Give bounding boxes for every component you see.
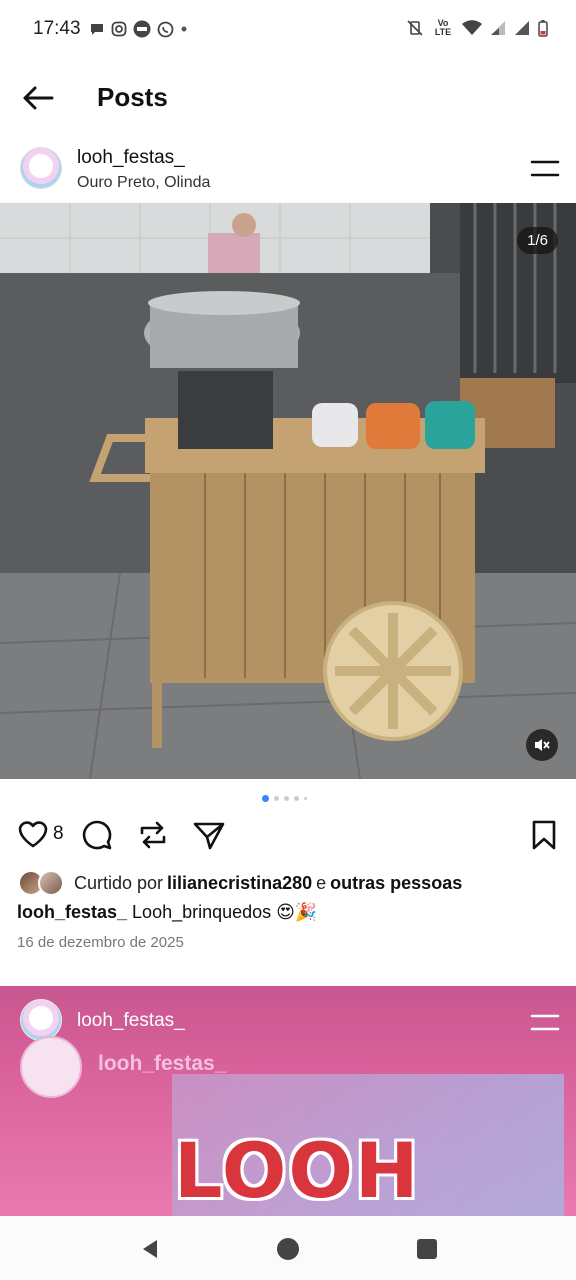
brand-logo-text: LOOH bbox=[174, 1126, 421, 1215]
avatar[interactable] bbox=[20, 999, 62, 1041]
signal-2-icon bbox=[515, 21, 529, 35]
square-recents-icon bbox=[417, 1239, 437, 1259]
whatsapp-icon bbox=[157, 21, 174, 37]
next-post[interactable]: looh_festas_ looh_festas_ LOOH bbox=[0, 986, 576, 1216]
heart-icon bbox=[18, 821, 48, 848]
top-app-bar: Posts bbox=[0, 70, 576, 126]
wifi-icon bbox=[462, 20, 482, 35]
repost-button[interactable] bbox=[136, 819, 170, 851]
inner-logo-avatar bbox=[20, 1036, 82, 1098]
carousel-dot bbox=[294, 796, 299, 801]
instagram-icon bbox=[111, 21, 127, 37]
carousel-dot bbox=[274, 796, 279, 801]
avatar[interactable] bbox=[20, 147, 62, 189]
lte-label: Vo LTE bbox=[434, 18, 452, 37]
chat-bubble-icon bbox=[91, 24, 103, 35]
page-title: Posts bbox=[97, 82, 168, 112]
send-icon bbox=[193, 822, 225, 850]
liked-by-connector: e bbox=[316, 872, 327, 893]
nav-back-button[interactable] bbox=[137, 1236, 163, 1262]
liked-by-user[interactable]: lilianecristina280 bbox=[167, 873, 312, 894]
nav-home-button[interactable] bbox=[275, 1236, 301, 1262]
image-counter: 1/6 bbox=[517, 227, 558, 254]
avatar bbox=[38, 870, 64, 896]
inner-username: looh_festas_ bbox=[98, 1052, 227, 1075]
post-caption: looh_festas_ Looh_brinquedos 😍🎉 bbox=[17, 902, 317, 923]
liked-by-prefix: Curtido por bbox=[74, 872, 164, 893]
mute-button[interactable] bbox=[526, 729, 558, 761]
status-time: 17:43 bbox=[33, 18, 81, 39]
carousel-dot bbox=[304, 797, 307, 800]
comment-button[interactable] bbox=[80, 819, 114, 851]
battery-icon bbox=[538, 19, 548, 37]
post-header: looh_festas_ Ouro Preto, Olinda bbox=[0, 140, 576, 200]
signal-icon bbox=[491, 21, 505, 35]
circle-home-icon bbox=[277, 1238, 299, 1260]
post-menu-button[interactable] bbox=[530, 158, 560, 180]
hamburger-icon bbox=[530, 160, 560, 177]
bookmark-icon bbox=[532, 820, 556, 850]
liked-by-others[interactable]: outras pessoas bbox=[330, 873, 462, 894]
news-app-icon bbox=[133, 20, 151, 38]
avatar-logo bbox=[29, 160, 55, 176]
liked-by[interactable]: Curtido por lilianecristina280 e outras … bbox=[18, 868, 466, 898]
nav-recents-button[interactable] bbox=[414, 1236, 440, 1262]
post-date: 16 de dezembro de 2025 bbox=[17, 934, 184, 951]
post-image[interactable]: 1/6 bbox=[0, 203, 576, 779]
system-nav-bar bbox=[0, 1216, 576, 1280]
back-button[interactable] bbox=[18, 80, 58, 116]
repost-icon bbox=[140, 821, 166, 849]
caption-text: Looh_brinquedos 😍🎉 bbox=[132, 902, 318, 922]
comment-icon bbox=[82, 820, 112, 850]
arrow-left-icon bbox=[23, 86, 54, 110]
vibrate-off-icon bbox=[407, 20, 423, 36]
speaker-muted-icon bbox=[535, 739, 550, 751]
status-bar: 17:43 Vo LTE bbox=[0, 0, 576, 60]
carousel-dot bbox=[284, 796, 289, 801]
post-username[interactable]: looh_festas_ bbox=[77, 147, 185, 169]
caption-username[interactable]: looh_festas_ bbox=[17, 902, 127, 922]
carousel-dot-active bbox=[262, 795, 269, 802]
save-button[interactable] bbox=[530, 819, 558, 851]
status-notification-icons bbox=[89, 20, 188, 38]
like-button[interactable]: 8 bbox=[17, 819, 64, 849]
post-actions: 8 bbox=[0, 815, 576, 859]
post-menu-button[interactable] bbox=[530, 1012, 560, 1034]
share-button[interactable] bbox=[192, 819, 226, 851]
dot-icon bbox=[181, 26, 187, 32]
hamburger-icon bbox=[530, 1014, 560, 1031]
like-count: 8 bbox=[53, 823, 64, 844]
post-location[interactable]: Ouro Preto, Olinda bbox=[77, 174, 210, 192]
triangle-back-icon bbox=[143, 1240, 157, 1258]
post-username[interactable]: looh_festas_ bbox=[77, 1010, 185, 1032]
carousel-indicator bbox=[262, 795, 307, 802]
cotton-candy-cart-photo bbox=[0, 203, 576, 779]
status-system-icons: Vo LTE bbox=[406, 19, 548, 37]
liked-by-avatars bbox=[18, 869, 70, 897]
